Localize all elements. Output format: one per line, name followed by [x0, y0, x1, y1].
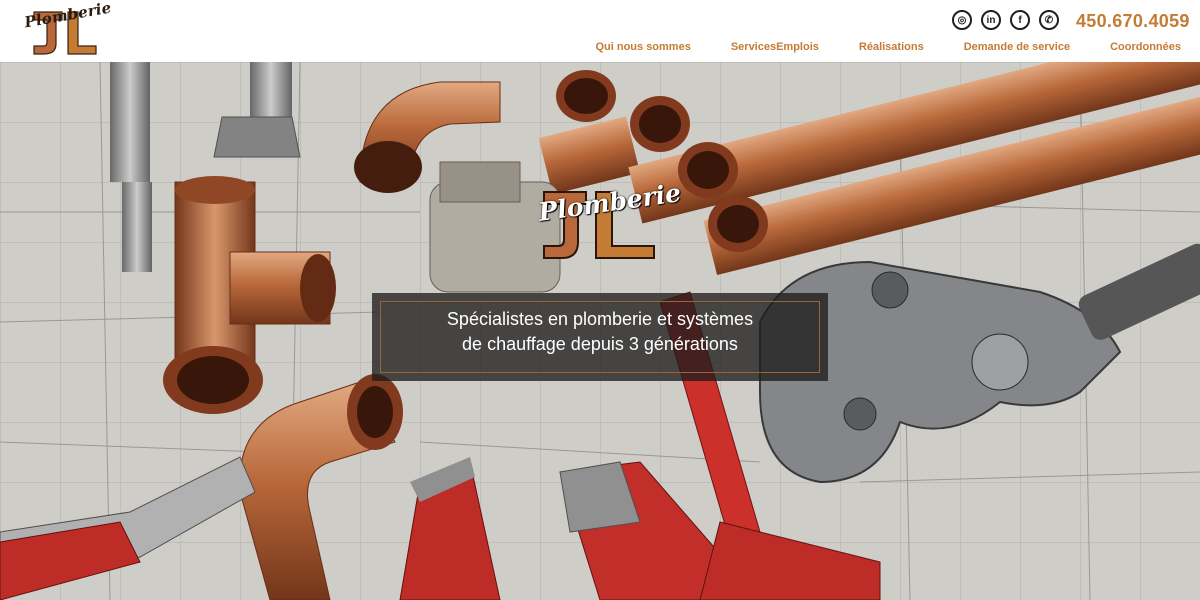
nav-demande-de-service[interactable]: Demande de service [964, 41, 1070, 53]
nav-realisations[interactable]: Réalisations [859, 41, 924, 53]
nav-qui-nous-sommes[interactable]: Qui nous sommes [595, 41, 690, 53]
nav-coordonnees[interactable]: Coordonnées [1110, 41, 1181, 53]
tagline-box: Spécialistes en plomberie et systèmes de… [372, 293, 828, 381]
instagram-icon[interactable]: ◎ [952, 10, 972, 30]
site-logo[interactable]: Plomberie [16, 0, 113, 58]
hero-tagline: Spécialistes en plomberie et systèmes de… [372, 307, 828, 357]
site-header: Plomberie ◎ in f ✆ 450.670.4059 Qui nous… [0, 0, 1200, 62]
hero-logo: Plomberie [524, 172, 683, 272]
facebook-icon[interactable]: f [1010, 10, 1030, 30]
nav-services-emplois[interactable]: ServicesEmplois [731, 41, 819, 53]
hero-banner: Plomberie Spécialistes en plomberie et s… [0, 62, 1200, 600]
tagline-line-1: Spécialistes en plomberie et systèmes [446, 309, 754, 329]
tagline-line-2: de chauffage depuis 3 générations [462, 334, 738, 354]
linkedin-icon[interactable]: in [981, 10, 1001, 30]
main-nav: Qui nous sommes ServicesEmplois Réalisat… [595, 41, 1181, 53]
phone-icon[interactable]: ✆ [1039, 10, 1059, 30]
phone-number[interactable]: 450.670.4059 [1076, 11, 1190, 32]
social-links: ◎ in f ✆ [952, 10, 1059, 30]
